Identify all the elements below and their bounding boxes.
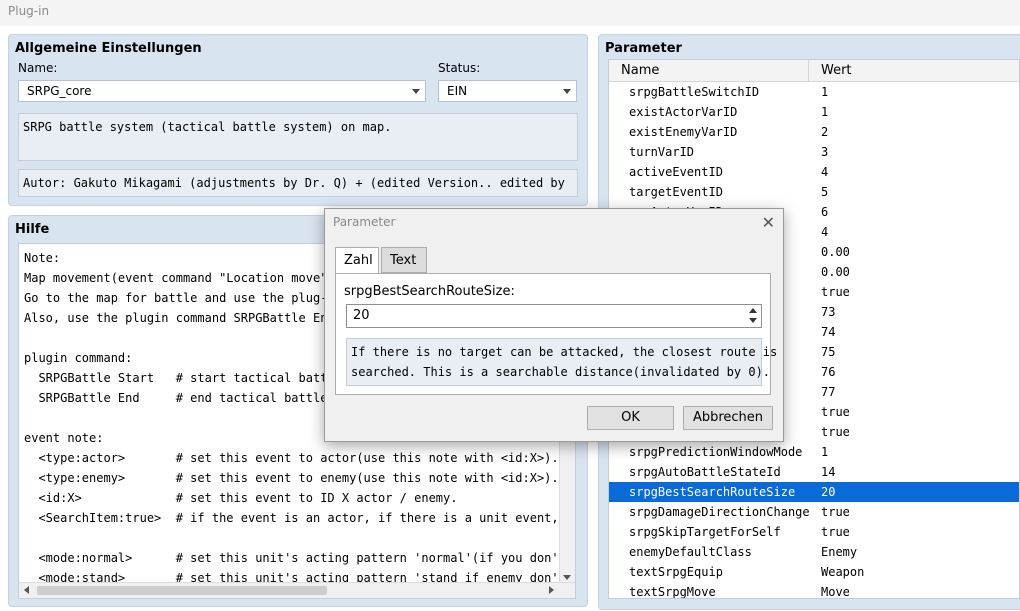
spin-up-icon[interactable] xyxy=(749,308,757,313)
scroll-left-icon[interactable] xyxy=(24,586,29,594)
parameter-dialog: Parameter ✕ Zahl Text srpgBestSearchRout… xyxy=(324,208,784,442)
parameter-value: 1 xyxy=(821,105,829,119)
parameter-value: 0.00 xyxy=(821,265,850,279)
table-row[interactable]: srpgBattleSwitchID 1 xyxy=(609,82,1019,102)
table-row[interactable]: turnVarID 3 xyxy=(609,142,1019,162)
table-row[interactable]: activeEventID 4 xyxy=(609,162,1019,182)
parameter-value: Enemy xyxy=(821,545,858,559)
description-text: SRPG battle system (tactical battle syst… xyxy=(23,120,392,134)
tab-number[interactable]: Zahl xyxy=(335,247,379,274)
chevron-down-icon xyxy=(412,89,420,94)
parameter-value: Weapon xyxy=(821,565,865,579)
scroll-down-icon[interactable] xyxy=(563,575,571,580)
table-row[interactable]: enemyDefaultClass Enemy xyxy=(609,542,1019,562)
chevron-down-icon xyxy=(563,89,571,94)
parameter-value: 14 xyxy=(821,465,836,479)
parameter-name: srpgBattleSwitchID xyxy=(629,85,760,99)
field-label: srpgBestSearchRouteSize: xyxy=(344,284,515,299)
table-row[interactable]: existEnemyVarID 2 xyxy=(609,122,1019,142)
table-row[interactable]: textSrpgMove Move xyxy=(609,582,1019,599)
parameter-name: srpgPredictionWindowMode xyxy=(629,445,803,459)
parameter-value: 74 xyxy=(821,325,836,339)
parameter-value: 6 xyxy=(821,205,829,219)
parameter-name: srpgBestSearchRouteSize xyxy=(629,485,796,499)
parameter-name: turnVarID xyxy=(629,145,695,159)
parameter-name: srpgAutoBattleStateId xyxy=(629,465,781,479)
help-horizontal-scrollbar[interactable] xyxy=(19,582,575,598)
status-select[interactable]: EIN xyxy=(438,80,577,102)
horizontal-scroll-thumb[interactable] xyxy=(37,586,327,595)
parameter-value: true xyxy=(821,285,850,299)
parameter-name: textSrpgMove xyxy=(629,585,716,599)
status-label: Status: xyxy=(438,61,481,75)
parameter-value: true xyxy=(821,505,850,519)
close-icon[interactable]: ✕ xyxy=(762,213,775,232)
parameter-name: srpgSkipTargetForSelf xyxy=(629,525,781,539)
column-header-value[interactable]: Wert xyxy=(821,63,852,78)
name-select-value: SRPG_core xyxy=(27,84,92,98)
parameter-name: enemyDefaultClass xyxy=(629,545,752,559)
parameter-value: true xyxy=(821,525,850,539)
dialog-title: Parameter xyxy=(333,215,396,229)
parameter-name: textSrpgEquip xyxy=(629,565,723,579)
author-box: Autor: Gakuto Mikagami (adjustments by D… xyxy=(18,169,578,197)
parameter-value: true xyxy=(821,425,850,439)
parameter-value: 76 xyxy=(821,365,836,379)
parameter-name: existActorVarID xyxy=(629,105,738,119)
description-line-1: If there is no target can be attacked, t… xyxy=(351,345,778,359)
parameter-value: 73 xyxy=(821,305,836,319)
help-title: Hilfe xyxy=(15,222,50,237)
parameter-value: 4 xyxy=(821,225,829,239)
table-row[interactable]: srpgBestSearchRouteSize 20 xyxy=(609,482,1019,502)
tab-content: srpgBestSearchRouteSize: 20 If there is … xyxy=(335,273,777,395)
parameter-value: 5 xyxy=(821,185,829,199)
table-row[interactable]: srpgDamageDirectionChange true xyxy=(609,502,1019,522)
parameter-name: existEnemyVarID xyxy=(629,125,738,139)
ok-button[interactable]: OK xyxy=(587,406,674,430)
table-row[interactable]: textSrpgEquip Weapon xyxy=(609,562,1019,582)
table-row[interactable]: existActorVarID 1 xyxy=(609,102,1019,122)
parameter-value: 2 xyxy=(821,125,829,139)
author-text: Autor: Gakuto Mikagami (adjustments by D… xyxy=(23,176,565,190)
description-line-2: searched. This is a searchable distance(… xyxy=(351,365,771,379)
tab-number-label: Zahl xyxy=(344,253,373,268)
parameter-value: 1 xyxy=(821,445,829,459)
parameter-name: activeEventID xyxy=(629,165,723,179)
status-select-value: EIN xyxy=(447,84,468,98)
table-row[interactable]: srpgSkipTargetForSelf true xyxy=(609,522,1019,542)
general-settings-title: Allgemeine Einstellungen xyxy=(15,41,202,56)
parameter-value: Move xyxy=(821,585,850,599)
spin-down-icon[interactable] xyxy=(749,318,757,323)
parameter-description: If there is no target can be attacked, t… xyxy=(346,338,777,386)
parameter-value: 20 xyxy=(821,485,836,499)
value-spinbox[interactable]: 20 xyxy=(346,304,762,328)
scroll-right-icon[interactable] xyxy=(549,586,554,594)
name-select[interactable]: SRPG_core xyxy=(18,80,426,102)
table-row[interactable]: srpgAutoBattleStateId 14 xyxy=(609,462,1019,482)
parameter-name: srpgDamageDirectionChange xyxy=(629,505,809,519)
parameter-value: 75 xyxy=(821,345,836,359)
parameter-name: targetEventID xyxy=(629,185,723,199)
parameter-value: 4 xyxy=(821,165,829,179)
table-row[interactable]: srpgPredictionWindowMode 1 xyxy=(609,442,1019,462)
parameter-value: 3 xyxy=(821,145,829,159)
tab-text-label: Text xyxy=(390,253,417,268)
parameter-value: 77 xyxy=(821,385,836,399)
column-header-name[interactable]: Name xyxy=(621,63,659,78)
parameter-value: true xyxy=(821,405,850,419)
parameters-table-header: Name Wert xyxy=(609,60,1019,82)
parameter-value: 1 xyxy=(821,85,829,99)
window-title: Plug-in xyxy=(8,4,50,18)
value-spinbox-text: 20 xyxy=(353,308,370,323)
table-row[interactable]: targetEventID 5 xyxy=(609,182,1019,202)
cancel-button[interactable]: Abbrechen xyxy=(683,406,773,430)
parameter-value: 0.00 xyxy=(821,245,850,259)
description-box: SRPG battle system (tactical battle syst… xyxy=(18,113,578,161)
tab-text[interactable]: Text xyxy=(381,247,427,273)
column-separator[interactable] xyxy=(808,60,809,81)
parameters-title: Parameter xyxy=(605,41,682,56)
window-titlebar: Plug-in xyxy=(0,0,1020,26)
name-label: Name: xyxy=(18,61,58,75)
